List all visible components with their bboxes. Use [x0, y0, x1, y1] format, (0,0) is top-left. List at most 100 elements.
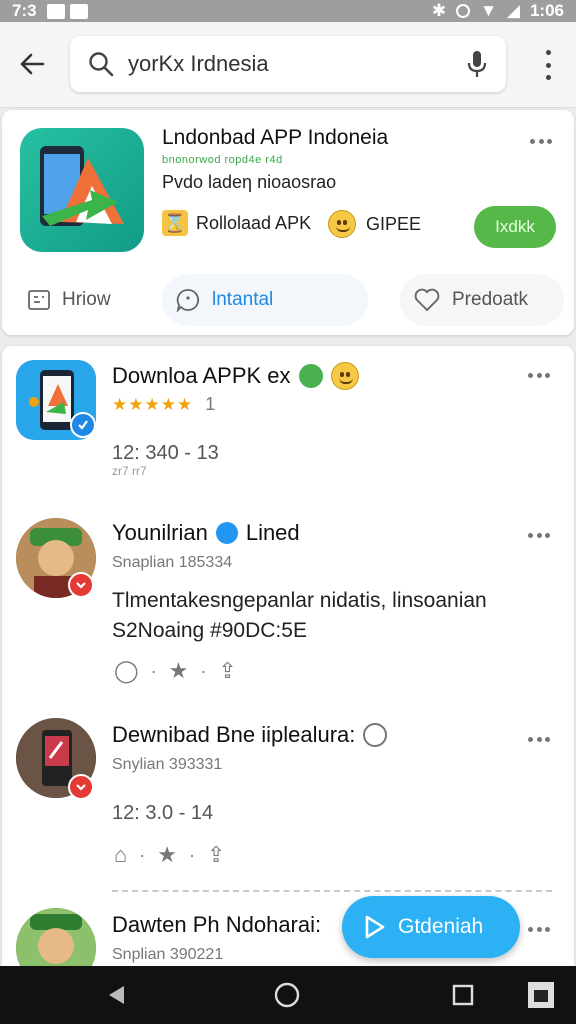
share-icon[interactable]: ⇪	[218, 658, 236, 684]
status-clock: 1:06	[529, 1, 564, 20]
smiley-outline-icon	[363, 723, 388, 747]
square-recents-icon	[452, 984, 474, 1006]
post-title: Dewnibad Bne iiplealura:	[112, 722, 388, 748]
heart-icon	[414, 288, 440, 312]
back-button[interactable]	[14, 46, 50, 82]
app-title[interactable]: Lndonbad APP Indoneia	[162, 126, 388, 150]
star-icon[interactable]: ★	[169, 658, 189, 684]
download-apk-meta: ⌛ Rollolaad APK	[162, 210, 311, 236]
post-title: Downloa APPK ex	[112, 362, 359, 390]
post-title-text: Downloa APPK ex	[112, 363, 291, 388]
signal-icon: ▼	[480, 1, 497, 20]
notification-icons	[46, 3, 88, 19]
post-title-text: Younilrian	[112, 520, 208, 545]
triangle-back-icon	[109, 986, 124, 1004]
nav-extra-button[interactable]	[526, 980, 556, 1010]
post-more-button[interactable]	[528, 736, 550, 742]
post-subtitle: Snaplian 185334	[112, 554, 233, 571]
divider	[112, 890, 552, 892]
post-more-button[interactable]	[528, 372, 550, 378]
circle-home-icon	[274, 982, 300, 1008]
smiley-icon	[328, 210, 356, 238]
wifi-icon: ◢	[506, 1, 520, 20]
back-arrow-icon	[20, 53, 45, 75]
separator-dot: ·	[200, 660, 207, 681]
chat-icon	[176, 289, 200, 312]
post-subtitle: Snylian 393331	[112, 756, 223, 773]
post-body: Tlmentakesngepanlar nidatis, linsoanian …	[112, 589, 487, 642]
post-title-text: Dewnibad Bne iiplealura:	[112, 722, 356, 747]
nav-recents-button[interactable]	[448, 980, 478, 1010]
tab-label: lntantal	[212, 289, 274, 310]
meta-label: GIPEE	[366, 213, 422, 234]
list-item[interactable]: Younilrian Lined Snaplian 185334 Tlmenta…	[2, 506, 574, 706]
list-item[interactable]: Downloa APPK ex ★★★★★ 1 12: 340 - 13 zr7…	[2, 346, 574, 506]
sync-icon	[456, 4, 471, 18]
nav-home-button[interactable]	[272, 980, 302, 1010]
status-bar: 7:3 ✱ ▼ ◢ 1:06	[0, 0, 576, 22]
rating-row: ★★★★★ 1	[112, 394, 215, 415]
rating-count: 1	[205, 394, 216, 414]
red-badge-icon	[68, 572, 94, 598]
home-icon[interactable]: ⌂	[114, 842, 127, 868]
post-actions: ⌂ · ★ · ⇪	[114, 842, 225, 868]
featured-app-card[interactable]: Lndonbad APP Indoneia bnonorwod ropd4e r…	[2, 110, 574, 335]
comment-icon[interactable]: ◯	[114, 658, 139, 684]
tab-lntantal[interactable]: lntantal	[162, 274, 368, 326]
share-icon[interactable]: ⇪	[207, 842, 225, 868]
meta-label: Rollolaad APK	[196, 212, 312, 233]
nav-back-button[interactable]	[102, 980, 132, 1010]
star-rating: ★★★★★	[112, 394, 194, 414]
verified-badge-icon	[70, 412, 96, 438]
post-meta: 12: 340 - 13	[112, 442, 219, 464]
list-item[interactable]: Dewnibad Bne iiplealura: Snylian 393331 …	[2, 706, 574, 886]
post-more-button[interactable]	[528, 532, 550, 538]
bluetooth-icon: ✱	[431, 1, 447, 20]
separator-dot: ·	[189, 844, 196, 865]
app-logo-icon	[40, 146, 124, 226]
overflow-menu-button[interactable]	[540, 50, 556, 80]
media-icon	[69, 3, 88, 19]
separator-dot: ·	[150, 660, 157, 681]
card-more-button[interactable]	[530, 138, 552, 144]
fab-label: Gtdeniah	[398, 915, 484, 938]
grid-icon	[28, 290, 50, 310]
search-input[interactable]: yorKx Irdnesia	[70, 36, 506, 92]
post-meta-sub: zr7 rr7	[112, 464, 147, 478]
red-badge-icon	[68, 774, 94, 800]
tab-predoatk[interactable]: Predoatk	[400, 274, 564, 326]
star-icon[interactable]: ★	[157, 842, 177, 868]
app-description: Pvdo ladeη nioaosrao	[162, 172, 337, 192]
status-time: 7:3	[12, 1, 37, 20]
window-icon	[528, 982, 554, 1008]
hourglass-icon: ⌛	[162, 210, 188, 236]
card-tabs: Hriow lntantal Predoatk	[2, 270, 574, 330]
post-actions: ◯ · ★ · ⇪	[114, 658, 237, 684]
tab-hriow[interactable]: Hriow	[14, 274, 125, 326]
app-icon	[20, 128, 144, 252]
tab-label: Predoatk	[452, 289, 529, 310]
post-title-suffix: Lined	[245, 520, 300, 545]
message-icon	[46, 3, 65, 19]
microphone-icon[interactable]	[466, 50, 488, 78]
status-right: ✱ ▼ ◢ 1:06	[432, 1, 564, 21]
install-button[interactable]: Ixdkk	[474, 206, 556, 248]
verified-icon	[215, 522, 238, 544]
post-title: Dawten Ph Ndoharai:	[112, 912, 322, 937]
rating-meta: GIPEE	[328, 210, 421, 238]
post-more-button[interactable]	[528, 926, 550, 932]
play-icon	[365, 915, 385, 939]
post-title: Younilrian Lined	[112, 520, 300, 546]
system-nav-bar	[0, 966, 576, 1024]
search-icon	[89, 52, 114, 77]
post-subtitle: Snplian 390221	[112, 946, 224, 963]
feed-list: Downloa APPK ex ★★★★★ 1 12: 340 - 13 zr7…	[2, 346, 574, 986]
search-query: yorKx Irdnesia	[128, 51, 269, 76]
post-meta: 12: 3.0 - 14	[112, 802, 214, 824]
separator-dot: ·	[139, 844, 146, 865]
green-emoji-icon	[298, 364, 323, 388]
smiley-icon	[330, 362, 359, 390]
top-bar: yorKx Irdnesia	[0, 22, 576, 108]
floating-action-button[interactable]: Gtdeniah	[342, 896, 520, 958]
tab-label: Hriow	[62, 289, 111, 310]
